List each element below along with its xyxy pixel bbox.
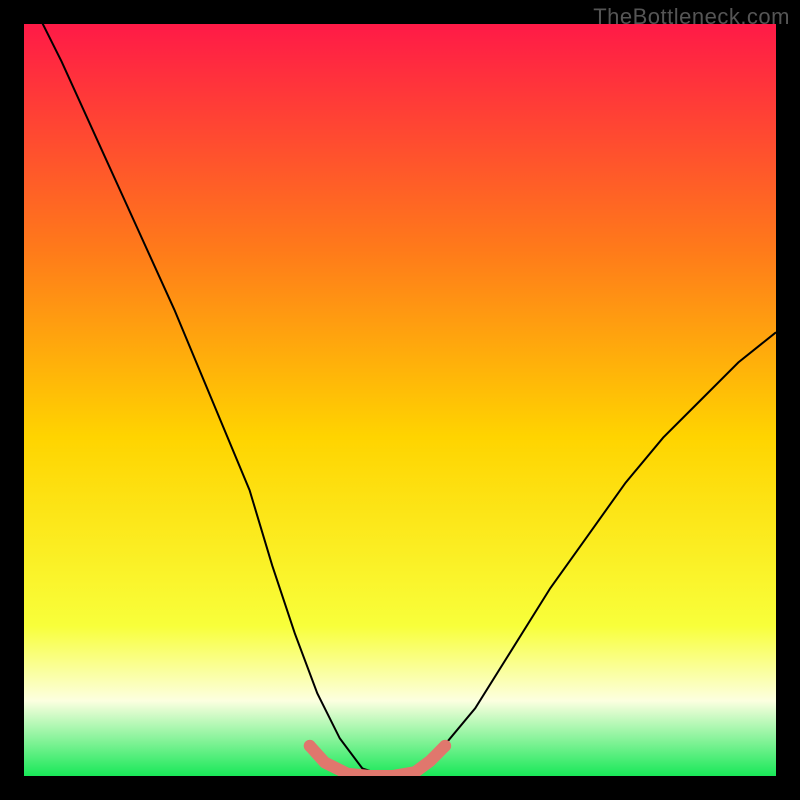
highlight-start-dot bbox=[304, 740, 316, 752]
chart-frame: TheBottleneck.com bbox=[0, 0, 800, 800]
highlight-end-dot bbox=[439, 740, 451, 752]
watermark-label: TheBottleneck.com bbox=[593, 4, 790, 30]
chart-svg bbox=[24, 24, 776, 776]
chart-plot-area bbox=[24, 24, 776, 776]
gradient-background bbox=[24, 24, 776, 776]
